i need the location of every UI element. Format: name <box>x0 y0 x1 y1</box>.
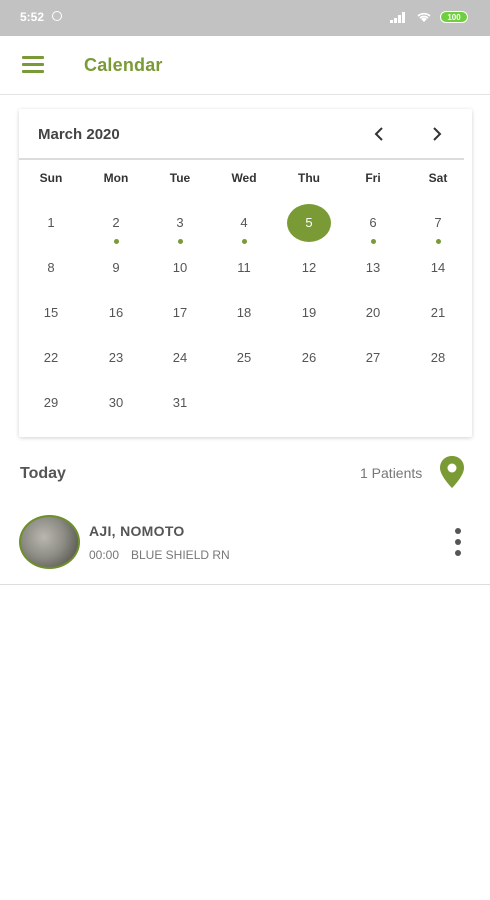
day-number: 17 <box>172 305 188 320</box>
day-number: 18 <box>236 305 252 320</box>
calendar-day[interactable]: 5 <box>287 204 331 249</box>
insurance-plan: BLUE SHIELD RN <box>131 548 230 562</box>
status-time: 5:52 <box>20 10 45 24</box>
event-indicator-dot <box>178 239 183 244</box>
calendar-day[interactable]: 21 <box>416 299 460 339</box>
previous-month-icon[interactable] <box>368 122 392 146</box>
day-number: 10 <box>172 260 188 275</box>
weekday-sun: Sun <box>39 171 63 185</box>
avatar <box>19 515 80 569</box>
day-number: 26 <box>301 350 317 365</box>
calendar-day[interactable]: 17 <box>158 299 202 339</box>
more-options-icon[interactable] <box>452 528 464 556</box>
weekday-mon: Mon <box>103 171 129 185</box>
wifi-icon <box>417 12 431 22</box>
day-number: 14 <box>430 260 446 275</box>
app-bar: Calendar <box>0 36 490 95</box>
day-number: 8 <box>47 260 55 275</box>
calendar-day[interactable]: 3 <box>158 209 202 249</box>
weekday-wed: Wed <box>231 171 257 185</box>
hamburger-menu-icon[interactable] <box>22 55 44 73</box>
calendar-day[interactable]: 18 <box>222 299 266 339</box>
weekday-thu: Thu <box>298 171 320 185</box>
calendar-day[interactable]: 13 <box>351 254 395 294</box>
weekday-sat: Sat <box>428 171 448 185</box>
calendar-day[interactable]: 16 <box>94 299 138 339</box>
calendar-day[interactable]: 26 <box>287 344 331 384</box>
calendar-day[interactable]: 22 <box>29 344 73 384</box>
event-indicator-dot <box>371 239 376 244</box>
day-number: 30 <box>108 395 124 410</box>
calendar-day[interactable]: 11 <box>222 254 266 294</box>
calendar-day[interactable]: 15 <box>29 299 73 339</box>
calendar-day[interactable]: 14 <box>416 254 460 294</box>
appointment-time: 00:00 <box>89 548 120 562</box>
status-icons: 100 <box>390 11 468 23</box>
day-number: 4 <box>240 215 248 230</box>
calendar-day[interactable]: 8 <box>29 254 73 294</box>
patient-name: AJI, NOMOTO <box>89 523 185 539</box>
event-indicator-dot <box>242 239 247 244</box>
calendar-day[interactable]: 1 <box>29 209 73 249</box>
day-number: 11 <box>237 260 251 275</box>
calendar-day[interactable]: 31 <box>158 389 202 429</box>
day-number: 5 <box>287 204 331 242</box>
day-number: 29 <box>43 395 59 410</box>
calendar-day[interactable]: 30 <box>94 389 138 429</box>
today-label: Today <box>20 465 66 482</box>
weekday-tue: Tue <box>169 171 191 185</box>
day-number: 31 <box>172 395 188 410</box>
weekday-fri: Fri <box>365 171 381 185</box>
calendar-day[interactable]: 9 <box>94 254 138 294</box>
calendar-day[interactable]: 29 <box>29 389 73 429</box>
battery-icon: 100 <box>440 11 468 23</box>
calendar-day[interactable]: 28 <box>416 344 460 384</box>
day-number: 13 <box>365 260 381 275</box>
day-number: 28 <box>430 350 446 365</box>
day-number: 21 <box>430 305 446 320</box>
signal-icon <box>390 12 405 23</box>
calendar-day[interactable]: 6 <box>351 209 395 249</box>
calendar-day[interactable]: 20 <box>351 299 395 339</box>
calendar-day[interactable]: 23 <box>94 344 138 384</box>
day-number: 1 <box>47 215 55 230</box>
day-number: 3 <box>176 215 184 230</box>
map-pin-icon[interactable] <box>439 456 465 488</box>
page-title: Calendar <box>84 55 163 75</box>
day-number: 25 <box>236 350 252 365</box>
calendar-day[interactable]: 2 <box>94 209 138 249</box>
day-number: 12 <box>301 260 317 275</box>
calendar-day[interactable]: 12 <box>287 254 331 294</box>
status-bar: 5:52 100 <box>0 0 490 36</box>
day-number: 20 <box>365 305 381 320</box>
month-label: March 2020 <box>38 126 120 143</box>
day-number: 2 <box>112 215 120 230</box>
calendar-day[interactable]: 10 <box>158 254 202 294</box>
day-number: 7 <box>434 215 442 230</box>
day-number: 16 <box>108 305 124 320</box>
do-not-disturb-icon <box>52 11 62 21</box>
calendar-day[interactable]: 7 <box>416 209 460 249</box>
day-number: 24 <box>172 350 188 365</box>
patient-list-item[interactable]: AJI, NOMOTO 00:00 BLUE SHIELD RN <box>0 504 490 585</box>
day-number: 27 <box>365 350 381 365</box>
event-indicator-dot <box>436 239 441 244</box>
calendar-day[interactable]: 27 <box>351 344 395 384</box>
calendar-day[interactable]: 24 <box>158 344 202 384</box>
calendar-day[interactable]: 25 <box>222 344 266 384</box>
calendar-day[interactable]: 4 <box>222 209 266 249</box>
day-number: 19 <box>301 305 317 320</box>
day-number: 23 <box>108 350 124 365</box>
day-number: 15 <box>43 305 59 320</box>
patients-count: 1 Patients <box>360 465 423 481</box>
event-indicator-dot <box>114 239 119 244</box>
divider <box>19 158 464 160</box>
calendar-card: March 2020 Sun Mon Tue Wed Thu Fri Sat 1234567… <box>19 109 472 437</box>
day-number: 6 <box>369 215 377 230</box>
calendar-day[interactable]: 19 <box>287 299 331 339</box>
day-number: 9 <box>112 260 120 275</box>
next-month-icon[interactable] <box>424 122 448 146</box>
day-number: 22 <box>43 350 59 365</box>
